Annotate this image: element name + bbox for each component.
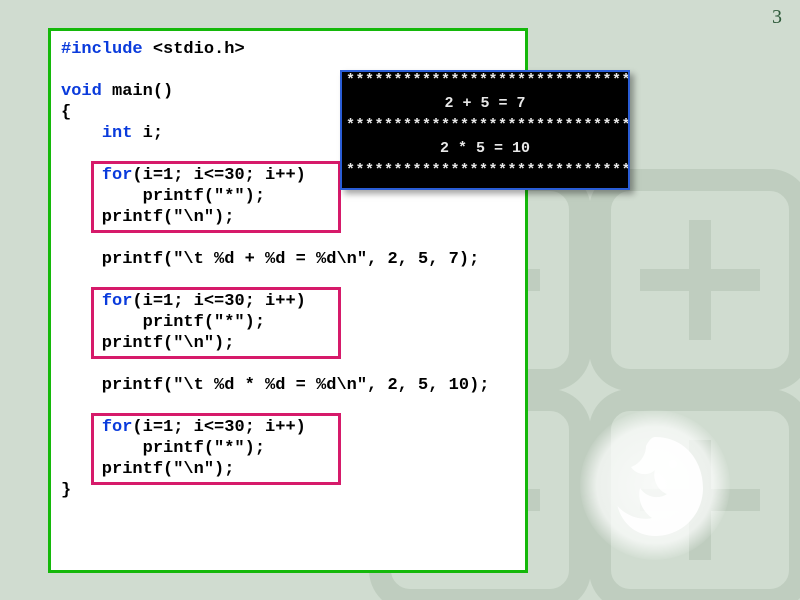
dragon-watermark bbox=[580, 410, 730, 560]
output-line-1: 2 + 5 = 7 bbox=[342, 90, 628, 117]
output-separator: ****************************** bbox=[342, 162, 628, 180]
output-separator: ****************************** bbox=[342, 117, 628, 135]
page-number: 3 bbox=[772, 6, 782, 29]
output-line-2: 2 * 5 = 10 bbox=[342, 135, 628, 162]
output-separator: ****************************** bbox=[342, 72, 628, 90]
console-output: ****************************** 2 + 5 = 7… bbox=[340, 70, 630, 190]
